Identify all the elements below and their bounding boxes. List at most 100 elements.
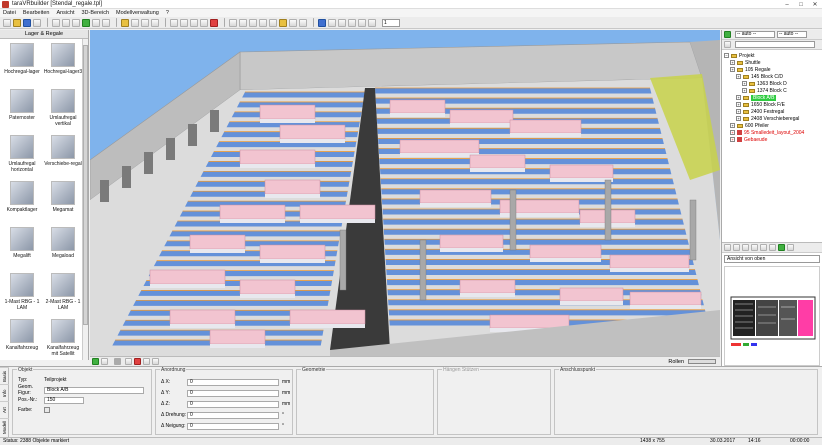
delta-neigung-field[interactable]: 0 <box>187 422 279 430</box>
filter-icon[interactable] <box>724 31 731 38</box>
tree-node[interactable]: + Gebaeude <box>724 136 820 143</box>
library-item[interactable]: Umlaufregal horizontal <box>2 135 42 173</box>
library-item[interactable]: Kanalfahrzeug <box>2 319 42 351</box>
save-icon[interactable] <box>23 18 31 27</box>
menu-help[interactable]: ? <box>166 10 169 16</box>
undo-icon[interactable] <box>92 18 100 27</box>
tree-node[interactable]: − Projekt <box>724 52 820 59</box>
layer-icon[interactable] <box>121 18 129 27</box>
cut-icon[interactable] <box>52 18 60 27</box>
tree-search-input[interactable] <box>735 41 815 48</box>
scrollbar-thumb[interactable] <box>83 45 88 325</box>
tab-art[interactable]: Art <box>0 401 9 418</box>
record-icon[interactable] <box>289 18 297 27</box>
ruler-icon[interactable] <box>279 18 287 27</box>
library-scrollbar[interactable] <box>82 39 88 360</box>
fit-view-icon[interactable] <box>143 358 150 365</box>
expand-toggle-icon[interactable]: + <box>736 95 741 100</box>
tree-node[interactable]: +2408 Verschieberegal <box>724 115 820 122</box>
expand-toggle-icon[interactable]: + <box>736 102 741 107</box>
warehouse-3d-scene[interactable] <box>90 30 720 356</box>
move-icon[interactable] <box>180 18 188 27</box>
redo-icon[interactable] <box>102 18 110 27</box>
delta-x-field[interactable]: 0 <box>187 378 279 386</box>
menu-bearbeiten[interactable]: Bearbeiten <box>23 10 50 16</box>
minimap[interactable] <box>724 266 820 366</box>
add-object-icon[interactable] <box>82 18 90 27</box>
line-icon[interactable] <box>239 18 247 27</box>
3d-viewport[interactable] <box>90 30 720 356</box>
tree-node[interactable]: +600 Pfeiler <box>724 122 820 129</box>
tab-info[interactable]: Info <box>0 384 9 401</box>
measure-icon[interactable] <box>229 18 237 27</box>
zoom-slider[interactable] <box>688 359 716 364</box>
tree-node[interactable]: +105 Regale <box>724 66 820 73</box>
loop-icon[interactable] <box>368 18 376 27</box>
filter-combo-1[interactable]: -- auto -- <box>735 31 775 38</box>
menu-modellverwaltung[interactable]: Modellverwaltung <box>116 10 159 16</box>
nav-forward-icon[interactable] <box>769 244 776 251</box>
zoom-in-icon[interactable] <box>259 18 267 27</box>
walk-icon[interactable] <box>152 358 159 365</box>
view-mode-icon[interactable] <box>101 358 108 365</box>
pause-icon[interactable] <box>328 18 336 27</box>
new-file-icon[interactable] <box>3 18 11 27</box>
open-folder-icon[interactable] <box>13 18 21 27</box>
search-icon[interactable] <box>724 41 731 48</box>
nav-pan-icon[interactable] <box>733 244 740 251</box>
menu-datei[interactable]: Datei <box>3 10 16 16</box>
expand-toggle-icon[interactable]: + <box>730 60 735 65</box>
expand-toggle-icon[interactable]: + <box>736 74 741 79</box>
scale-icon[interactable] <box>200 18 208 27</box>
library-item[interactable]: Megalift <box>2 227 42 259</box>
copy-icon[interactable] <box>62 18 70 27</box>
library-item[interactable]: Megamat <box>43 181 83 213</box>
tree-node[interactable]: +1650 Block F/E <box>724 101 820 108</box>
view-direction-select[interactable]: Ansicht von oben <box>724 255 820 263</box>
farbe-swatch[interactable] <box>44 407 50 413</box>
reset-view-icon[interactable] <box>134 358 141 365</box>
delta-z-field[interactable]: 0 <box>187 400 279 408</box>
tree-node[interactable]: + Shuttle <box>724 59 820 66</box>
geom-figur-field[interactable]: Block A/B <box>44 386 144 394</box>
paste-icon[interactable] <box>72 18 80 27</box>
step-back-icon[interactable] <box>338 18 346 27</box>
nav-ok-icon[interactable] <box>778 244 785 251</box>
library-item[interactable]: Hochregal-lager <box>2 43 42 75</box>
tree-node[interactable]: + Block A/B <box>724 94 820 101</box>
maximize-button[interactable]: □ <box>794 0 808 9</box>
tab-basis[interactable]: Basis <box>0 367 9 384</box>
library-item[interactable]: Hochregal-lager3 <box>43 43 83 75</box>
tree-node[interactable]: +2400 Festregal <box>724 108 820 115</box>
expand-toggle-icon[interactable]: + <box>730 130 735 135</box>
library-item[interactable]: 2-Mast RBG - 1 LAM <box>43 273 83 311</box>
nav-zoom-icon[interactable] <box>742 244 749 251</box>
camera-icon[interactable] <box>141 18 149 27</box>
add-view-icon[interactable] <box>92 358 99 365</box>
delta-drehung-field[interactable]: 0 <box>187 411 279 419</box>
nav-settings-icon[interactable] <box>787 244 794 251</box>
minimize-button[interactable]: – <box>780 0 794 9</box>
expand-toggle-icon[interactable]: + <box>742 81 747 86</box>
speed-icon[interactable] <box>358 18 366 27</box>
expand-toggle-icon[interactable]: + <box>736 116 741 121</box>
library-item[interactable]: 1-Mast RBG - 1 LAM <box>2 273 42 311</box>
delete-icon[interactable] <box>210 18 218 27</box>
play-icon[interactable] <box>318 18 326 27</box>
library-item[interactable]: Paternoster <box>2 89 42 121</box>
tree-node[interactable]: +95 Smalledeit_layout_2004 <box>724 129 820 136</box>
filter-combo-2[interactable]: -- auto -- <box>777 31 807 38</box>
pan-icon[interactable] <box>125 358 132 365</box>
menu-ansicht[interactable]: Ansicht <box>56 10 74 16</box>
stop-icon[interactable] <box>299 18 307 27</box>
nav-back-icon[interactable] <box>760 244 767 251</box>
tree-node[interactable]: +1374 Block C <box>724 87 820 94</box>
rotate-icon[interactable] <box>190 18 198 27</box>
print-icon[interactable] <box>33 18 41 27</box>
expand-toggle-icon[interactable]: + <box>730 67 735 72</box>
page-combo[interactable]: 1 <box>382 18 400 27</box>
step-forward-icon[interactable] <box>348 18 356 27</box>
expand-toggle-icon[interactable]: + <box>730 123 735 128</box>
library-item[interactable]: Megaload <box>43 227 83 259</box>
pos-nr-field[interactable]: 150 <box>44 396 84 404</box>
